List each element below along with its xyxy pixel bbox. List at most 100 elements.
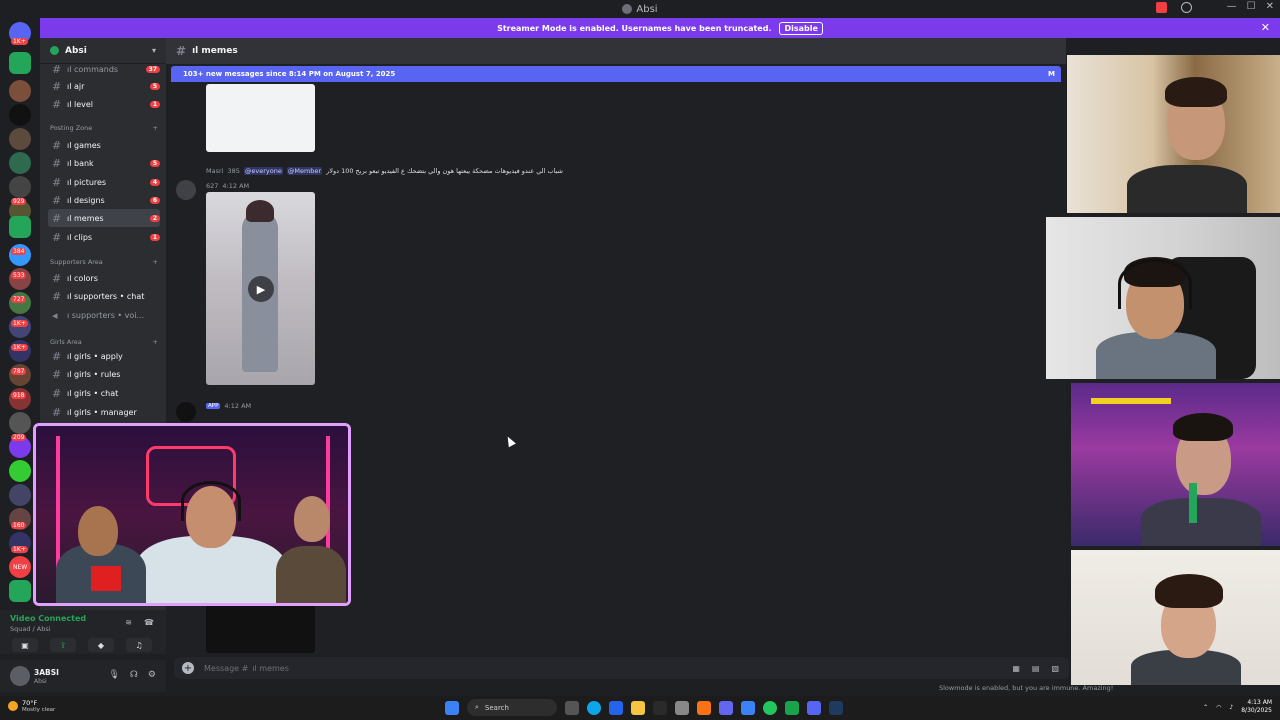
video-attachment-2[interactable] [206,605,315,653]
channel-level[interactable]: # ıl level 1 [48,95,160,113]
new-messages-bar[interactable]: 103+ new messages since 8:14 PM on Augus… [171,66,1061,82]
screen-share-button[interactable]: ⇪ [50,638,76,652]
channel-girls-chat[interactable]: # ıl girls • chat [48,384,160,402]
hash-icon: # [52,138,62,152]
channel-bank[interactable]: # ıl bank 5 [48,154,160,172]
sticker-icon[interactable]: ▧ [1051,664,1059,673]
chevron-down-icon[interactable]: ▾ [152,46,156,55]
channel-label: ıl girls • manager [67,407,137,417]
close-banner-icon[interactable]: ✕ [1261,21,1270,34]
image-attachment[interactable] [206,84,315,152]
edge-icon[interactable] [587,700,601,715]
app-icon[interactable] [785,700,799,715]
server-icon-15[interactable] [9,412,31,434]
volume-icon[interactable]: ♪ [1229,704,1233,711]
composer-placeholder[interactable]: Message # [204,664,248,673]
close-window-icon[interactable]: ✕ [1266,1,1274,12]
inbox-icon[interactable] [1156,2,1167,13]
category-posting-zone[interactable]: Posting Zone + [50,124,158,132]
gif-icon[interactable]: ▤ [1032,664,1040,673]
channel-designs[interactable]: # ıl designs 6 [48,191,160,209]
video-figure-head [246,200,274,222]
add-channel-icon[interactable]: + [153,124,158,132]
channel-supporters-chat[interactable]: # ıl supporters • chat [48,287,160,305]
channel-colors[interactable]: # ıl colors [48,269,160,287]
channel-commands[interactable]: # ıl commands 37 [48,60,160,78]
help-icon[interactable] [1181,2,1192,13]
chrome-icon[interactable] [763,700,777,715]
server-badge: 160 [11,522,27,529]
play-icon[interactable]: ▶ [248,276,274,302]
camera-button[interactable]: ▣ [12,638,38,652]
add-server-button[interactable] [9,580,31,602]
server-icon-6[interactable] [9,176,31,198]
server-icon-3[interactable] [9,104,31,126]
disconnect-icon[interactable]: ☎ [144,618,154,627]
steam-icon[interactable] [829,700,843,715]
app-icon[interactable] [675,700,689,715]
channel-girls-rules[interactable]: # ıl girls • rules [48,365,160,383]
channel-label: ıl commands [67,64,119,74]
user-name[interactable]: 3ABSI [34,668,59,677]
tray-chevron-icon[interactable]: ⌃ [1203,704,1208,711]
microphone-icon[interactable]: 🎙︎ [108,670,119,680]
activities-button[interactable]: ◆ [88,638,114,652]
voice-location[interactable]: Squad / Absi [10,625,51,633]
noise-suppression-icon[interactable]: ≋ [125,618,132,627]
avatar[interactable] [176,180,196,200]
channel-girls-manager[interactable]: # ıl girls • manager [48,403,160,421]
maximize-icon[interactable]: ☐ [1247,1,1256,12]
task-view-icon[interactable] [565,700,579,715]
gift-icon[interactable]: ▦ [1012,664,1020,673]
taskbar-search[interactable]: ⌕ Search [467,699,557,716]
add-channel-icon[interactable]: + [153,338,158,346]
hash-icon: # [176,44,187,58]
app-icon[interactable] [697,700,711,715]
mention-everyone[interactable]: @everyone [243,167,283,175]
app-icon[interactable] [653,700,667,715]
mention-badge: 4 [149,178,160,186]
clock[interactable]: 4:13 AM 8/30/2025 [1241,699,1272,715]
server-icon-18[interactable] [9,484,31,506]
mark-as-read-button[interactable]: M [1048,70,1055,78]
server-icon-5[interactable] [9,152,31,174]
video-attachment[interactable]: ▶ [206,192,315,385]
channel-label: ıl supporters • chat [67,291,145,301]
minimize-icon[interactable]: — [1227,1,1237,12]
file-explorer-icon[interactable] [631,700,645,715]
category-girls-area[interactable]: Girls Area + [50,338,158,346]
server-icon-active[interactable] [9,216,31,238]
edge-dev-icon[interactable] [609,700,623,715]
app-icon[interactable] [741,700,755,715]
mention-member[interactable]: @Member [286,167,323,175]
headphones-icon[interactable]: ☊ [130,670,138,680]
channel-ajr[interactable]: # ıl ajr 5 [48,77,160,95]
disable-streamer-mode-button[interactable]: Disable [779,21,823,35]
settings-gear-icon[interactable]: ⚙ [148,670,156,680]
voice-status[interactable]: Video Connected [10,614,86,623]
wifi-icon[interactable]: ◠ [1216,704,1221,711]
category-supporters-area[interactable]: Supporters Area + [50,258,158,266]
discord-icon[interactable] [807,700,821,715]
channel-pictures[interactable]: # ıl pictures 4 [48,173,160,191]
soundboard-button[interactable]: ♫ [126,638,152,652]
server-icon-1[interactable] [9,52,31,74]
weather-widget[interactable]: 70°F Mostly clear [8,699,55,713]
author-name[interactable]: Masri [206,167,223,175]
bot-avatar[interactable] [176,402,196,422]
server-icon-17[interactable] [9,460,31,482]
server-icon-4[interactable] [9,128,31,150]
channel-supporters-voice[interactable]: ◂ ı supporters • voi... [48,306,160,324]
user-avatar[interactable] [10,666,30,686]
windows-start-icon[interactable] [445,700,459,715]
app-icon[interactable] [719,700,733,715]
hash-icon: # [52,271,62,285]
add-channel-icon[interactable]: + [153,258,158,266]
channel-games[interactable]: # ıl games [48,136,160,154]
channel-girls-apply[interactable]: # ıl girls • apply [48,347,160,365]
channel-clips[interactable]: # ıl clips 1 [48,228,160,246]
server-icon-2[interactable] [9,80,31,102]
channel-memes[interactable]: # ıl memes 2 [48,209,160,227]
attach-plus-icon[interactable]: + [182,662,194,674]
message-composer[interactable]: + Message # ıl memes ▦ ▤ ▧ [174,657,1069,679]
